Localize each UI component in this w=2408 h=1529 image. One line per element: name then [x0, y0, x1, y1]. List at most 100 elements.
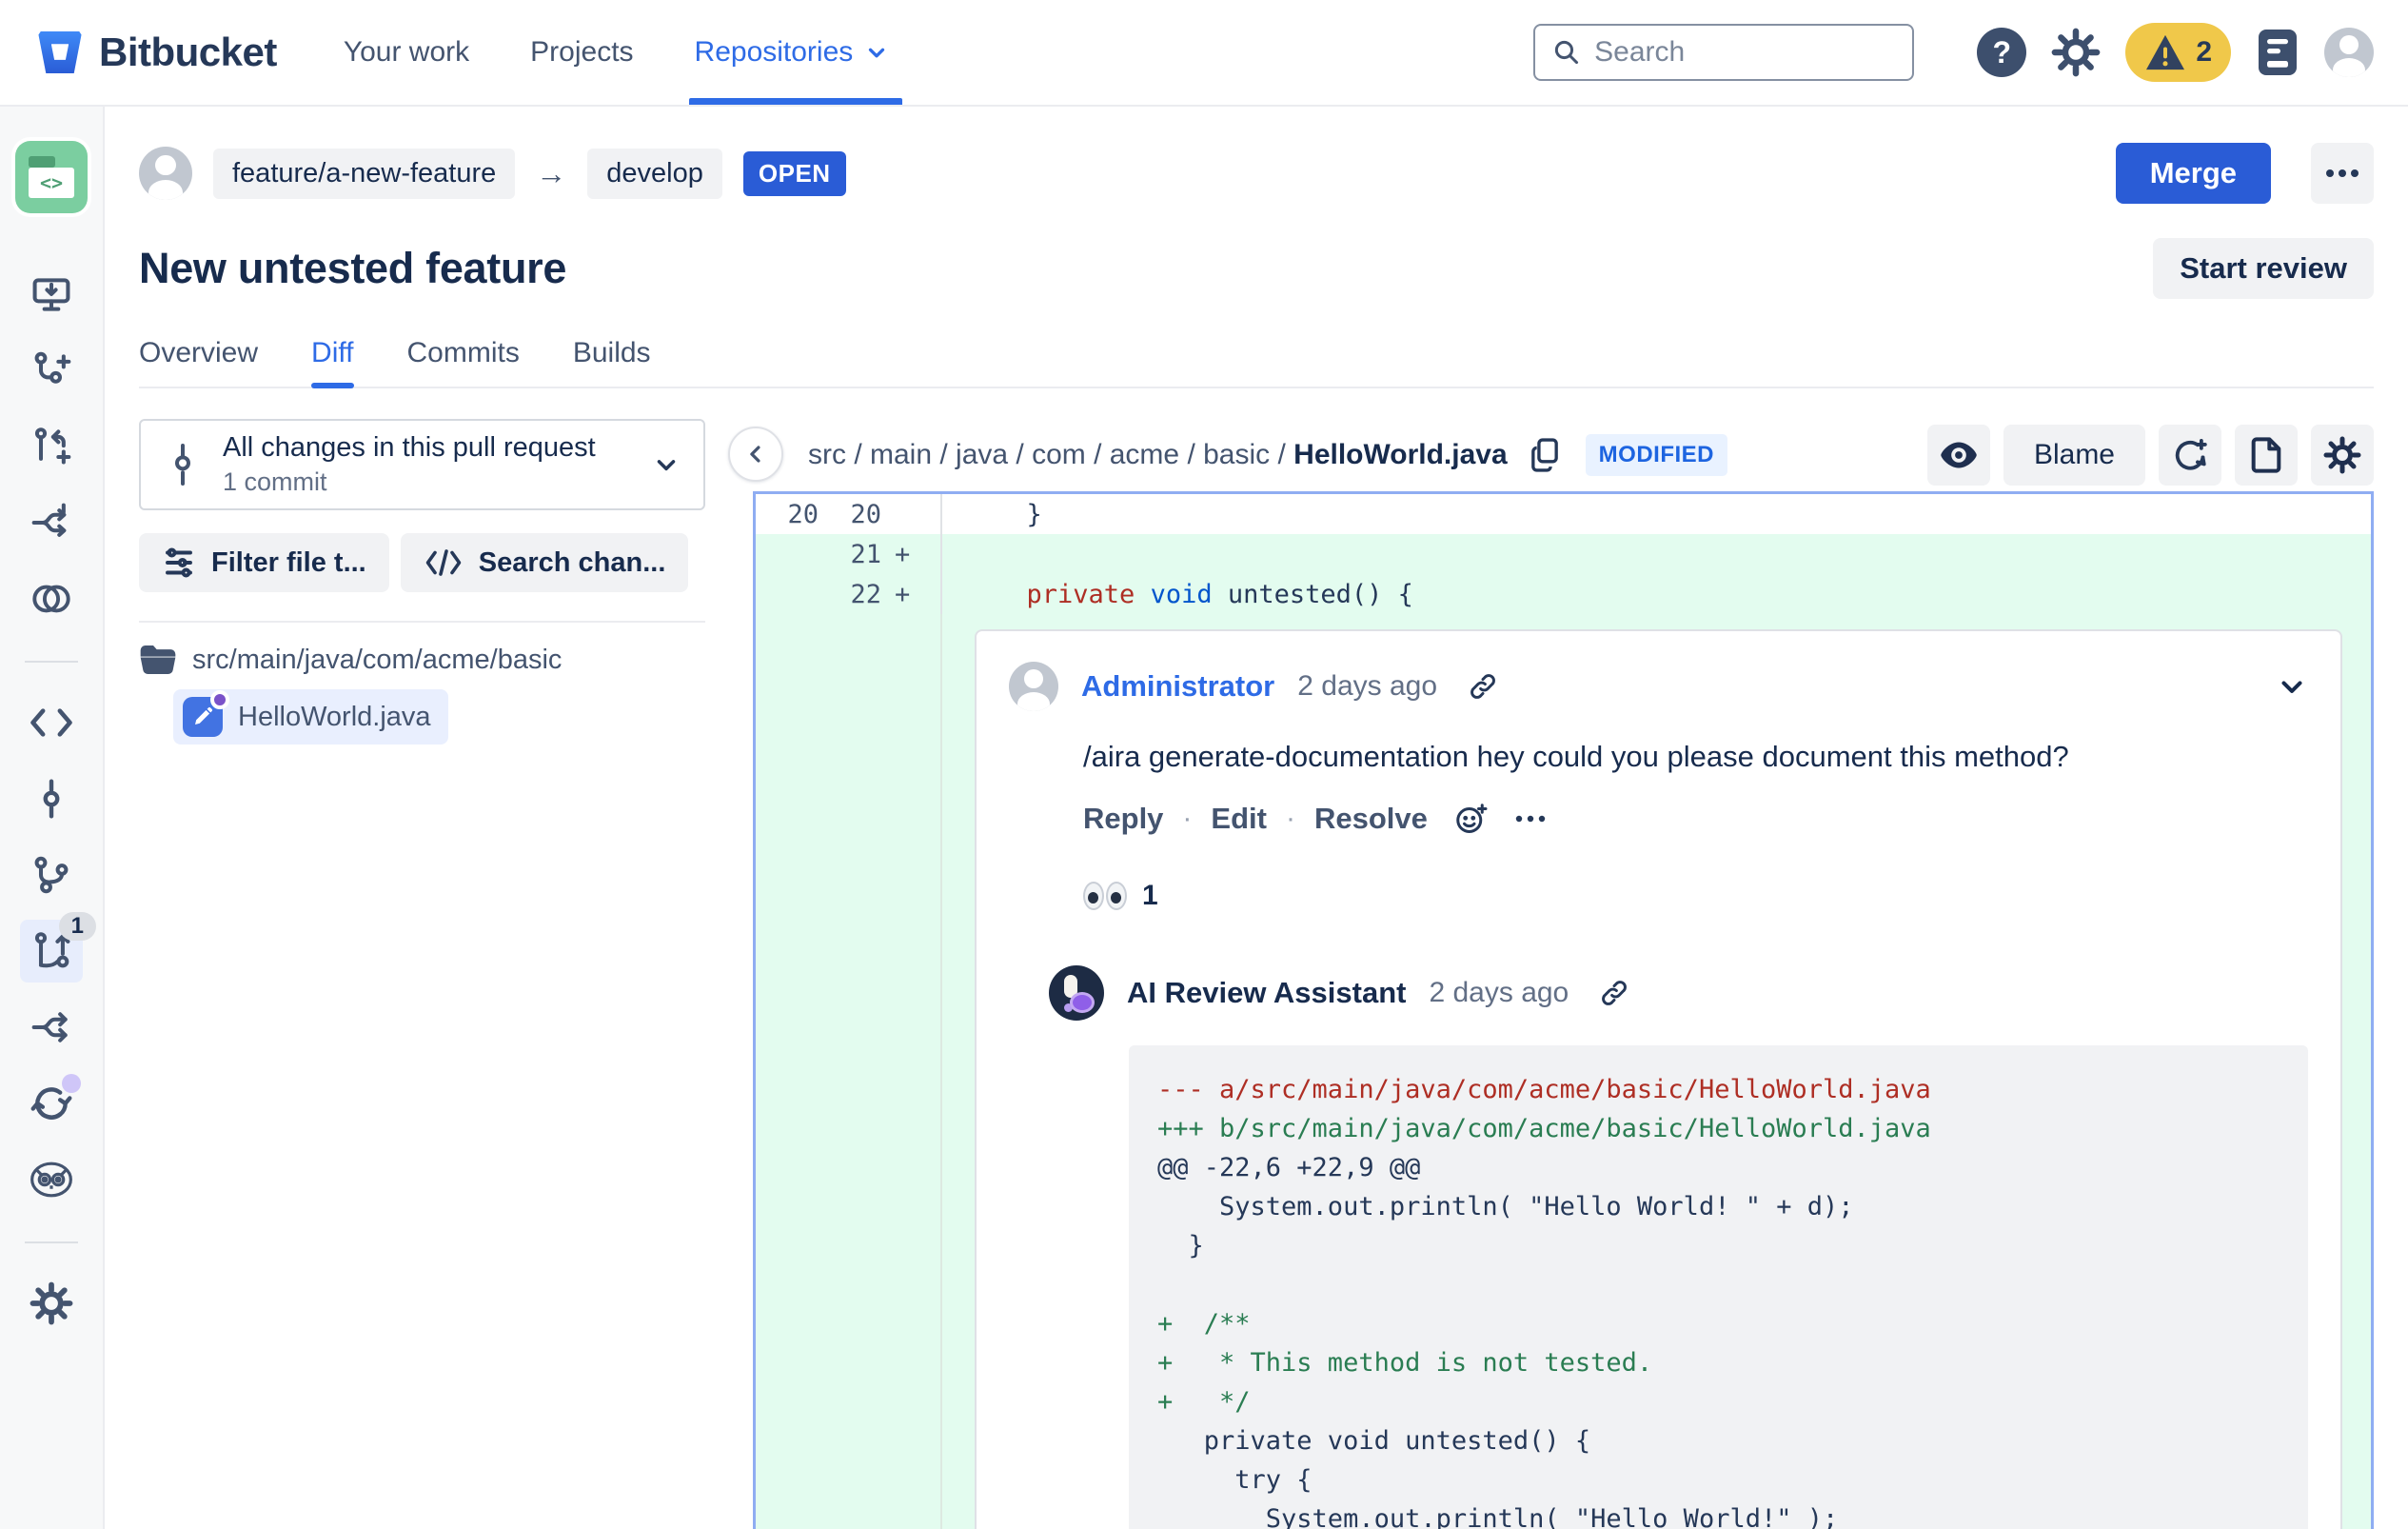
view-source-button[interactable]	[2235, 425, 2298, 486]
user-avatar	[2324, 28, 2374, 77]
sidebar-settings[interactable]	[20, 1272, 83, 1335]
copy-icon	[1530, 438, 1558, 472]
filter-file-tree-button[interactable]: Filter file t...	[139, 533, 389, 592]
start-review-button[interactable]: Start review	[2153, 238, 2374, 299]
top-nav: Bitbucket Your work Projects Repositorie…	[0, 0, 2408, 107]
file-icon	[2251, 437, 2281, 473]
target-branch-lozenge[interactable]: develop	[587, 148, 722, 199]
source-branch-lozenge[interactable]: feature/a-new-feature	[213, 148, 516, 199]
tab-commits[interactable]: Commits	[407, 337, 520, 387]
commit-selector-title: All changes in this pull request	[223, 432, 596, 463]
sidebar-compare[interactable]	[20, 491, 83, 554]
reply-code-block: --- a/src/main/java/com/acme/basic/Hello…	[1129, 1045, 2308, 1529]
warnings-button[interactable]: 2	[2125, 23, 2231, 82]
sidebar-source[interactable]	[20, 691, 83, 754]
code-line: System.out.println( "Hello World! " + d)…	[1157, 1192, 1854, 1222]
sidebar-forks[interactable]	[20, 996, 83, 1059]
file-tree-folder[interactable]: src/main/java/com/acme/basic	[139, 644, 705, 676]
merge-button[interactable]: Merge	[2115, 143, 2271, 204]
link-icon	[1602, 981, 1628, 1006]
edit-button[interactable]: Edit	[1211, 802, 1267, 836]
primary-nav: Your work Projects Repositories	[344, 0, 903, 105]
reaction-eyes[interactable]: 1	[1083, 880, 2308, 912]
code-line: +++ b/src/main/java/com/acme/basic/Hello…	[1157, 1114, 1931, 1144]
repository-avatar[interactable]: <>	[15, 141, 88, 213]
global-search[interactable]	[1533, 24, 1915, 81]
sidebar-create-pr[interactable]	[20, 415, 83, 478]
diff-file-panel: All changes in this pull request 1 commi…	[139, 419, 705, 1529]
branch-plus-icon	[34, 351, 71, 384]
fork-plus-icon	[31, 503, 67, 537]
profile-button[interactable]	[2324, 28, 2374, 77]
code-line: + * This method is not tested.	[1157, 1348, 1653, 1379]
bitbucket-bucket-icon	[38, 31, 82, 73]
file-tree-file-selected[interactable]: HelloWorld.java	[173, 689, 448, 745]
sidebar-security[interactable]	[20, 1148, 83, 1211]
breadcrumb-file-name: HelloWorld.java	[1293, 439, 1508, 470]
tab-builds[interactable]: Builds	[573, 337, 651, 387]
diff-line[interactable]: 21 +	[756, 534, 2371, 574]
nav-projects[interactable]: Projects	[530, 0, 633, 105]
code-line: --- a/src/main/java/com/acme/basic/Hello…	[1157, 1075, 1931, 1105]
comment-permalink-button[interactable]	[1468, 671, 1498, 702]
file-breadcrumb: src / main / java / com / acme / basic /…	[808, 439, 1508, 470]
sidebar-create-branch[interactable]	[20, 339, 83, 402]
diff-line[interactable]: 22 + private void untested() {	[756, 574, 2371, 614]
feedback-button[interactable]	[2256, 28, 2299, 77]
sidebar-divider	[25, 1241, 78, 1243]
notes-icon	[2259, 30, 2297, 75]
add-file-comment-button[interactable]	[2159, 425, 2221, 486]
collapse-diff-button[interactable]	[728, 427, 783, 482]
code-line: + */	[1157, 1387, 1251, 1418]
code-line: @@ -22,6 +22,9 @@	[1157, 1153, 1421, 1183]
comment-more-button[interactable]	[1515, 815, 1546, 823]
reply-timestamp[interactable]: 2 days ago	[1429, 977, 1569, 1009]
search-input[interactable]	[1594, 36, 1896, 69]
watch-file-button[interactable]	[1926, 425, 1990, 486]
nav-repositories[interactable]: Repositories	[688, 0, 903, 105]
tab-overview[interactable]: Overview	[139, 337, 258, 387]
search-changes-button[interactable]: Search chan...	[400, 533, 689, 592]
chevron-down-icon	[869, 48, 885, 58]
tab-diff[interactable]: Diff	[311, 337, 354, 388]
more-options-button[interactable]	[2311, 143, 2374, 204]
owl-icon	[30, 1162, 72, 1198]
chevron-left-icon	[750, 446, 760, 463]
reply-permalink-button[interactable]	[1599, 978, 1629, 1008]
comment-timestamp[interactable]: 2 days ago	[1297, 670, 1437, 703]
reaction-count: 1	[1142, 880, 1158, 912]
logo-text: Bitbucket	[99, 30, 277, 74]
reply-author[interactable]: AI Review Assistant	[1127, 976, 1406, 1010]
commenter-avatar	[1009, 662, 1058, 711]
clone-icon	[32, 278, 70, 311]
sidebar-commits[interactable]	[20, 767, 83, 830]
code-line: private void untested() {	[1157, 1426, 1591, 1457]
repo-sidebar: <> 1	[0, 107, 105, 1529]
help-button[interactable]: ?	[1977, 28, 2027, 77]
sidebar-mirrors[interactable]	[20, 567, 83, 630]
comment-plus-icon	[2175, 439, 2207, 470]
commit-icon	[43, 779, 60, 819]
sidebar-clone-button[interactable]	[20, 263, 83, 326]
collapse-comment-button[interactable]	[2276, 670, 2308, 703]
reply-button[interactable]: Reply	[1083, 802, 1163, 836]
nav-your-work[interactable]: Your work	[344, 0, 469, 105]
chevron-down-icon	[657, 460, 676, 471]
warning-triangle-icon	[2146, 34, 2185, 70]
comment-author[interactable]: Administrator	[1081, 669, 1274, 704]
pr-page: feature/a-new-feature → develop OPEN Mer…	[105, 107, 2408, 1529]
sidebar-pipelines[interactable]	[20, 1072, 83, 1135]
commit-selector[interactable]: All changes in this pull request 1 commi…	[139, 419, 705, 510]
settings-button[interactable]	[2051, 28, 2101, 77]
add-reaction-button[interactable]	[1454, 802, 1489, 836]
emoji-add-icon	[1456, 804, 1488, 834]
sidebar-branches[interactable]	[20, 844, 83, 906]
diff-line[interactable]: 20 20 }	[756, 494, 2371, 534]
copy-path-button[interactable]	[1529, 437, 1561, 473]
diff-settings-button[interactable]	[2311, 425, 2374, 486]
resolve-button[interactable]: Resolve	[1314, 802, 1428, 836]
bitbucket-logo[interactable]: Bitbucket	[38, 30, 277, 75]
blame-button[interactable]: Blame	[2003, 425, 2145, 486]
sidebar-pull-requests[interactable]: 1	[20, 912, 96, 983]
